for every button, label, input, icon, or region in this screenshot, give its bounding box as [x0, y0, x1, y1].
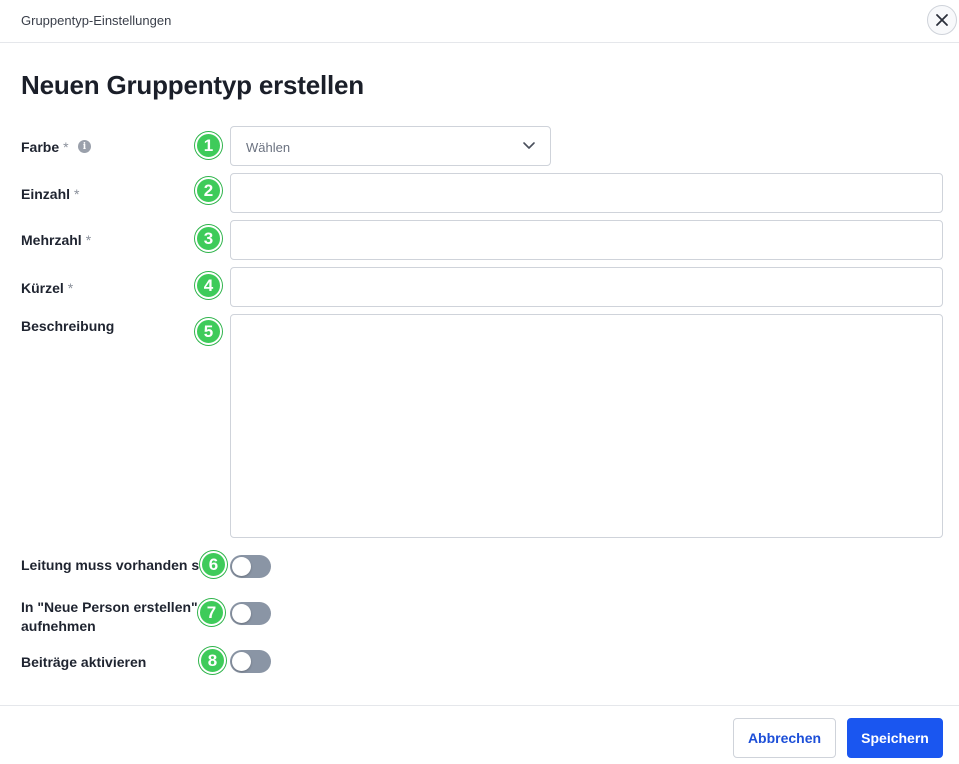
farbe-label: Farbe * [21, 139, 69, 155]
mehrzahl-label-text: Mehrzahl [21, 232, 82, 248]
kuerzel-input[interactable] [230, 267, 943, 307]
required-marker: * [74, 186, 80, 202]
close-icon [936, 14, 948, 26]
einzahl-label: Einzahl * [21, 186, 79, 202]
einzahl-input[interactable] [230, 173, 943, 213]
required-marker: * [67, 280, 74, 296]
step-badge-3: 3 [195, 225, 222, 252]
chevron-down-icon [523, 142, 535, 149]
toggle-knob [232, 604, 251, 623]
required-marker: * [63, 139, 69, 155]
toggle-knob [232, 652, 251, 671]
info-icon[interactable]: i [78, 140, 91, 153]
close-button[interactable] [927, 5, 957, 35]
beschreibung-label: Beschreibung [21, 318, 115, 334]
mehrzahl-input[interactable] [230, 220, 943, 260]
toggle-knob [232, 557, 251, 576]
step-badge-8: 8 [199, 647, 226, 674]
page-title: Neuen Gruppentyp erstellen [21, 70, 364, 100]
einzahl-label-text: Einzahl [21, 186, 71, 202]
neue-person-toggle[interactable] [230, 602, 271, 625]
leitung-label: Leitung muss vorhanden sein [21, 557, 220, 573]
step-badge-1: 1 [195, 132, 222, 159]
cancel-button[interactable]: Abbrechen [733, 718, 836, 758]
kuerzel-label-text: Kürzel [21, 280, 64, 296]
step-badge-5: 5 [195, 318, 222, 345]
dialog-header: Gruppentyp-Einstellungen [0, 0, 959, 43]
step-badge-6: 6 [200, 551, 227, 578]
save-button[interactable]: Speichern [847, 718, 943, 758]
step-badge-2: 2 [195, 177, 222, 204]
kuerzel-label: Kürzel * [21, 280, 73, 296]
mehrzahl-label: Mehrzahl * [21, 232, 91, 248]
farbe-select[interactable]: Wählen [230, 126, 551, 166]
farbe-select-placeholder: Wählen [246, 140, 291, 155]
dialog-title: Gruppentyp-Einstellungen [21, 13, 172, 28]
neue-person-label: In "Neue Person erstellen" aufnehmen [21, 599, 198, 634]
required-marker: * [85, 232, 92, 248]
beitraege-label: Beiträge aktivieren [21, 654, 147, 670]
leitung-toggle[interactable] [230, 555, 271, 578]
beitraege-toggle[interactable] [230, 650, 271, 673]
step-badge-7: 7 [198, 599, 225, 626]
farbe-label-text: Farbe [21, 139, 60, 155]
step-badge-4: 4 [195, 272, 222, 299]
beschreibung-textarea[interactable] [230, 314, 943, 538]
